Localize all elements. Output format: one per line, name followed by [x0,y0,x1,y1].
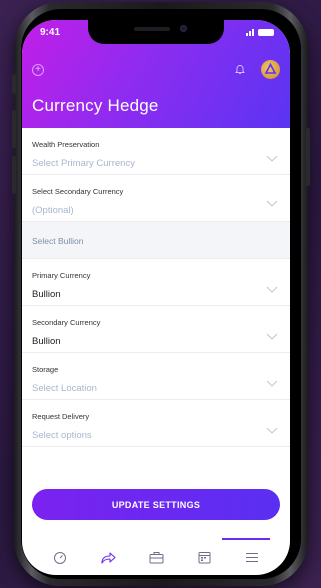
request-delivery-select[interactable]: Request Delivery Select options [22,400,290,447]
chevron-down-icon [266,333,278,340]
share-arrow-icon [101,551,116,564]
front-camera [180,25,187,32]
status-time: 9:41 [40,27,61,38]
profile-logo[interactable] [261,60,280,79]
field-label: Select Secondary Currency [32,187,124,196]
calendar-icon [198,552,210,564]
field-value: Select Location [32,383,97,394]
battery-icon [258,29,274,36]
tab-portfolio[interactable] [144,546,168,570]
triangle-logo-icon [264,62,277,74]
chevron-down-icon [266,286,278,293]
notch [88,20,224,44]
app-screen: 9:41 + Currency Hedge Wealth Preservatio… [22,20,290,575]
field-value: (Optional) [32,205,74,216]
field-label: Primary Currency [32,271,91,280]
tab-calendar[interactable] [192,546,216,570]
mute-switch [12,74,16,94]
volume-down-button [12,156,16,194]
tab-transfer[interactable] [96,546,120,570]
speedometer-icon [54,551,66,564]
select-bullion-section: Select Bullion [22,222,290,259]
tab-menu[interactable] [240,546,264,570]
bell-icon[interactable] [234,64,246,76]
chevron-down-icon [266,200,278,207]
secondary-currency-bullion-select[interactable]: Secondary Currency Bullion [22,306,290,353]
briefcase-icon [149,552,163,564]
tab-bar [22,540,290,575]
secondary-currency-select[interactable]: Select Secondary Currency (Optional) [22,175,290,222]
chevron-down-icon [266,427,278,434]
volume-up-button [12,110,16,148]
storage-select[interactable]: Storage Select Location [22,353,290,400]
status-indicators [246,28,274,36]
menu-icon [246,552,258,563]
field-label: Secondary Currency [32,318,101,327]
wealth-preservation-select[interactable]: Wealth Preservation Select Primary Curre… [22,128,290,175]
field-value: Select options [32,430,92,441]
chevron-down-icon [266,380,278,387]
settings-form: Wealth Preservation Select Primary Curre… [22,128,290,447]
signal-icon [246,28,254,36]
field-value: Bullion [32,336,61,347]
speaker-grille [134,27,170,31]
add-icon[interactable]: + [32,64,44,76]
field-value: Select Primary Currency [32,158,135,169]
field-value: Bullion [32,289,61,300]
page-title: Currency Hedge [32,96,159,115]
update-settings-button[interactable]: UPDATE SETTINGS [32,489,280,520]
tab-dashboard[interactable] [48,546,72,570]
field-label: Wealth Preservation [32,140,100,149]
field-label: Storage [32,365,59,374]
chevron-down-icon [266,155,278,162]
primary-currency-select[interactable]: Primary Currency Bullion [22,259,290,306]
power-button [306,128,310,186]
field-label: Request Delivery [32,412,90,421]
